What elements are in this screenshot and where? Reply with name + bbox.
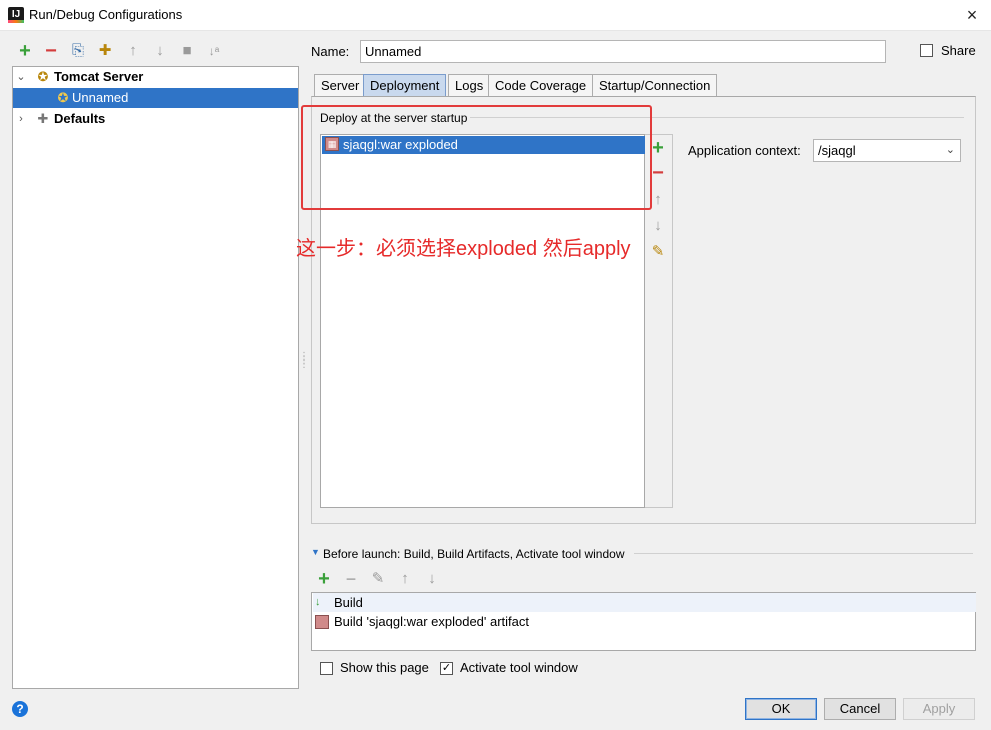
section-divider <box>634 553 973 554</box>
folder-icon[interactable]: ■ <box>178 42 196 60</box>
remove-configuration-icon[interactable]: − <box>42 41 60 61</box>
help-icon[interactable]: ? <box>12 701 28 717</box>
close-icon[interactable]: × <box>960 3 984 27</box>
move-up-icon[interactable]: ↑ <box>124 42 142 60</box>
application-context-value: /sjaqgl <box>818 143 856 158</box>
configuration-tree[interactable]: ⌄ ✪ Tomcat Server ✪ Unnamed › ✚ Defaults <box>12 66 299 689</box>
collapse-triangle-icon[interactable]: ▼ <box>311 547 320 557</box>
window-title: Run/Debug Configurations <box>29 7 183 22</box>
tree-item-defaults[interactable]: › ✚ Defaults <box>13 109 298 129</box>
copy-configuration-icon[interactable]: ⎘ <box>69 42 87 60</box>
show-this-page-label: Show this page <box>340 660 429 675</box>
name-label: Name: <box>311 44 350 59</box>
remove-task-icon[interactable]: − <box>342 570 360 588</box>
move-down-icon[interactable]: ↓ <box>151 42 169 60</box>
edit-defaults-icon[interactable]: ✚ <box>96 42 114 60</box>
add-task-icon[interactable]: + <box>315 569 333 589</box>
move-down-icon[interactable]: ↓ <box>649 217 667 235</box>
add-configuration-icon[interactable]: + <box>16 41 34 61</box>
task-label: Build <box>334 595 363 610</box>
chevron-down-icon[interactable]: ⌄ <box>15 67 27 87</box>
tomcat-icon: ✪ <box>57 90 69 105</box>
activate-tool-window-checkbox[interactable]: ✓ <box>440 662 453 675</box>
application-context-select[interactable]: /sjaqgl ⌄ <box>813 139 961 162</box>
move-up-icon[interactable]: ↑ <box>396 570 414 588</box>
application-context-label: Application context: <box>688 143 801 158</box>
intellij-app-icon: IJ <box>8 7 24 23</box>
tab-logs[interactable]: Logs <box>448 74 491 96</box>
tab-deployment[interactable]: Deployment <box>363 74 447 96</box>
tomcat-icon: ✪ <box>37 69 49 84</box>
wrench-icon: ✚ <box>37 111 49 126</box>
sort-icon[interactable]: ↓ᵃ <box>205 42 223 60</box>
activate-tool-window-label: Activate tool window <box>460 660 578 675</box>
share-checkbox[interactable] <box>920 44 933 57</box>
edit-task-icon[interactable]: ✎ <box>369 570 387 588</box>
tab-startup-connection[interactable]: Startup/Connection <box>592 74 718 96</box>
list-item[interactable]: ↓ Build <box>313 593 976 612</box>
title-bar: IJ Run/Debug Configurations × <box>0 0 991 31</box>
tree-item-label: Defaults <box>54 111 106 126</box>
tab-code-coverage[interactable]: Code Coverage <box>488 74 594 96</box>
task-label: Build 'sjaqgl:war exploded' artifact <box>334 614 530 629</box>
tree-item-label: Unnamed <box>72 90 129 105</box>
chevron-down-icon: ⌄ <box>945 144 955 156</box>
edit-artifact-icon[interactable]: ✎ <box>649 243 667 261</box>
annotation-text: 这一步：必须选择exploded 然后apply <box>296 238 631 260</box>
artifact-icon <box>315 615 329 629</box>
move-down-icon[interactable]: ↓ <box>423 570 441 588</box>
ok-button[interactable]: OK <box>745 698 817 720</box>
share-label: Share <box>941 43 976 58</box>
before-launch-header[interactable]: Before launch: Build, Build Artifacts, A… <box>323 547 625 561</box>
splitter-handle[interactable]: ⋮ ⋮ ⋮ <box>299 352 309 371</box>
cancel-button[interactable]: Cancel <box>824 698 896 720</box>
list-item[interactable]: Build 'sjaqgl:war exploded' artifact <box>313 612 976 631</box>
tree-item-label: Tomcat Server <box>54 69 144 84</box>
before-launch-list[interactable]: ↓ Build Build 'sjaqgl:war exploded' arti… <box>311 592 976 651</box>
annotation-highlight-box <box>301 105 652 210</box>
tree-item-unnamed[interactable]: ✪ Unnamed <box>13 88 298 108</box>
tree-item-tomcat-server[interactable]: ⌄ ✪ Tomcat Server <box>13 67 298 87</box>
chevron-right-icon[interactable]: › <box>15 109 27 129</box>
build-icon: ↓ <box>315 596 321 608</box>
show-this-page-checkbox[interactable] <box>320 662 333 675</box>
apply-button[interactable]: Apply <box>903 698 975 720</box>
tab-server[interactable]: Server <box>314 74 367 96</box>
name-input[interactable] <box>360 40 886 63</box>
